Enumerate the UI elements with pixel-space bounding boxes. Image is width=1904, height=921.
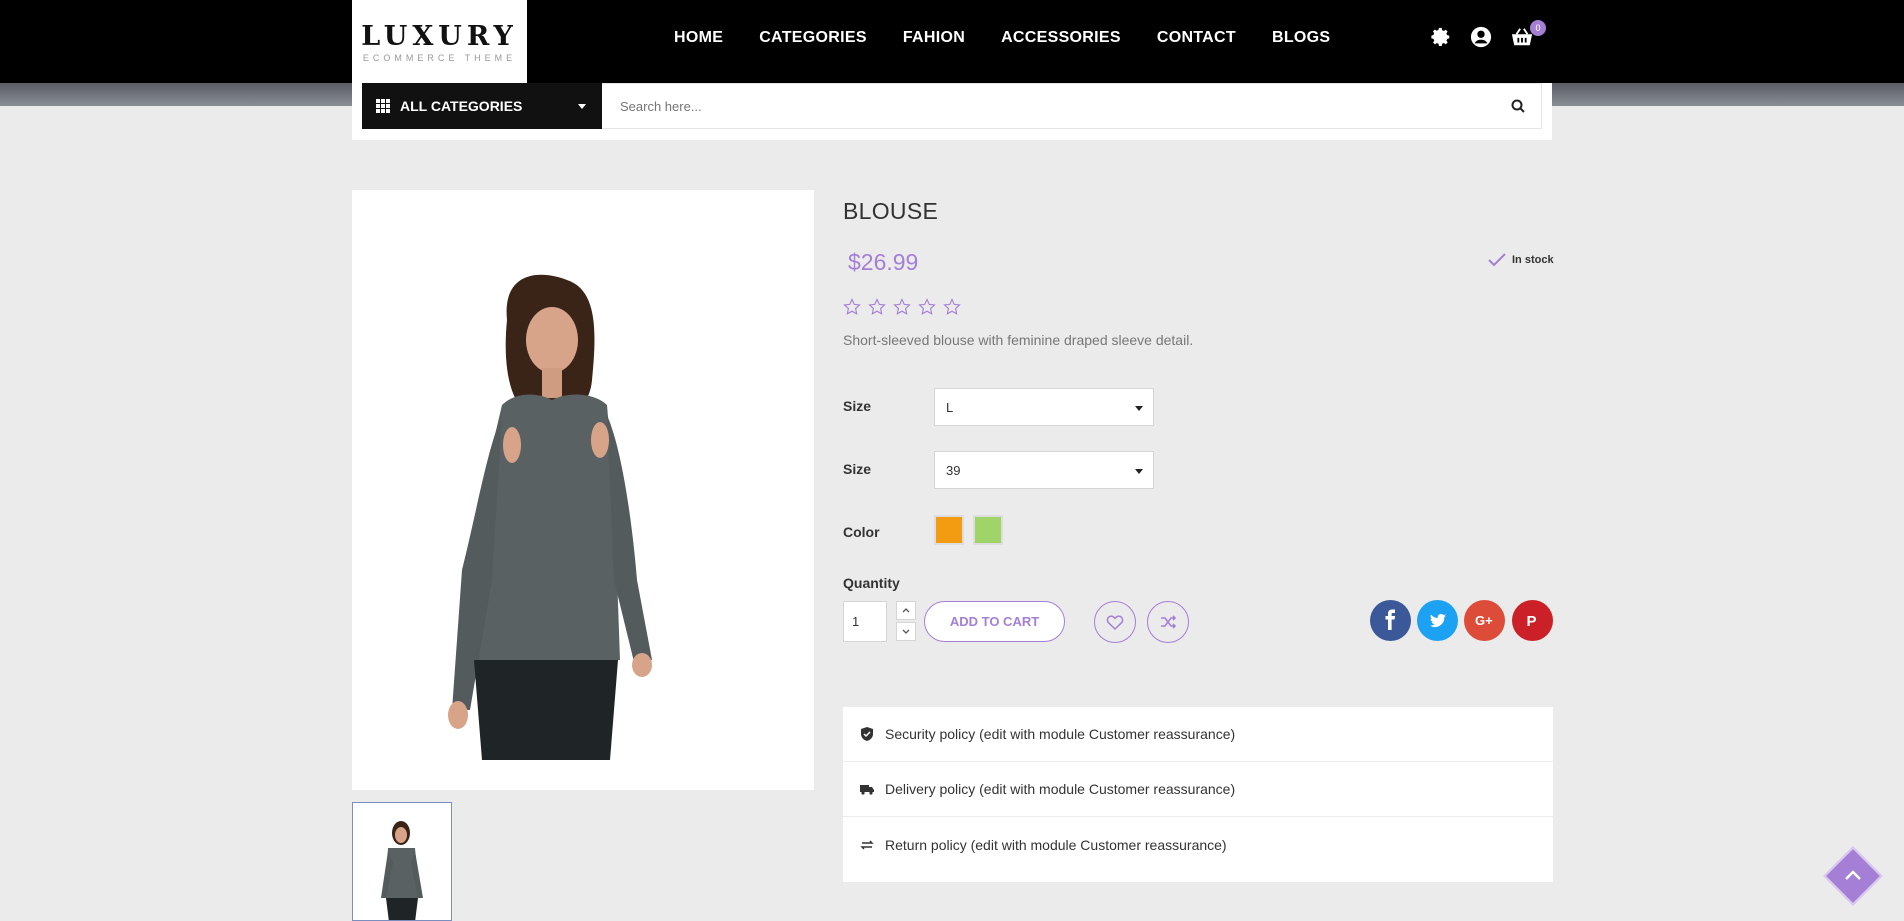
search-bar-container: ALL CATEGORIES [352, 83, 1552, 140]
quantity-label: Quantity [843, 575, 900, 591]
scroll-to-top-button[interactable] [1823, 846, 1883, 906]
nav-categories[interactable]: CATEGORIES [759, 29, 867, 47]
quantity-down-button[interactable] [896, 622, 916, 641]
delivery-policy-text: Delivery policy (edit with module Custom… [885, 781, 1236, 797]
user-icon[interactable] [1470, 26, 1492, 48]
color-swatch-orange[interactable] [934, 515, 964, 545]
return-policy-text: Return policy (edit with module Customer… [885, 836, 1227, 853]
product-price: $26.99 [848, 249, 919, 275]
site-logo[interactable]: LUXURY ECOMMERCE THEME [352, 0, 527, 83]
color-label: Color [843, 524, 880, 540]
product-thumbnail[interactable] [352, 802, 452, 921]
all-categories-dropdown[interactable]: ALL CATEGORIES [362, 83, 602, 129]
shield-icon [861, 727, 873, 741]
size-select-value: L [946, 400, 954, 415]
logo-subtitle: ECOMMERCE THEME [362, 53, 517, 63]
star-icon[interactable] [943, 298, 961, 316]
caret-down-icon [578, 104, 586, 109]
reassurance-block: Security policy (edit with module Custom… [843, 707, 1553, 882]
size-select[interactable]: L [934, 388, 1154, 426]
rating-stars [843, 298, 961, 316]
security-policy-text: Security policy (edit with module Custom… [885, 726, 1236, 742]
svg-text:P: P [1527, 613, 1537, 630]
nav-contact[interactable]: CONTACT [1157, 29, 1236, 47]
shuffle-icon [1161, 615, 1177, 629]
twitter-icon [1430, 613, 1446, 628]
nav-home[interactable]: HOME [674, 29, 723, 47]
all-categories-label: ALL CATEGORIES [400, 98, 523, 114]
star-icon[interactable] [843, 298, 861, 316]
delivery-policy-item: Delivery policy (edit with module Custom… [843, 762, 1553, 817]
caret-down-icon [1135, 469, 1143, 474]
product-description: Short-sleeved blouse with feminine drape… [843, 332, 1194, 348]
search-icon[interactable] [1511, 99, 1525, 118]
logo-title: LUXURY [361, 21, 518, 52]
size-label: Size [843, 398, 872, 414]
quantity-up-button[interactable] [896, 601, 916, 620]
pinterest-share-button[interactable]: P [1512, 600, 1553, 641]
add-to-cart-button[interactable]: ADD TO CART [924, 601, 1065, 642]
main-nav: HOME CATEGORIES FAHION ACCESSORIES CONTA… [656, 29, 1348, 47]
heart-icon [1106, 615, 1124, 631]
size-select-2[interactable]: 39 [934, 451, 1154, 489]
stock-label: In stock [1512, 254, 1554, 266]
check-icon [1488, 253, 1506, 267]
size-label-2: Size [843, 461, 872, 477]
size-select-2-value: 39 [946, 463, 961, 478]
search-box [602, 83, 1542, 129]
facebook-share-button[interactable] [1370, 600, 1411, 641]
svg-text:G+: G+ [1475, 613, 1493, 628]
nav-fashion[interactable]: FAHION [903, 29, 965, 47]
pinterest-icon: P [1527, 613, 1537, 630]
gear-icon[interactable] [1430, 26, 1452, 48]
cart-count-badge: 0 [1530, 20, 1546, 36]
nav-accessories[interactable]: ACCESSORIES [1001, 29, 1121, 47]
star-icon[interactable] [918, 298, 936, 316]
wishlist-button[interactable] [1094, 601, 1136, 643]
chevron-up-icon [1845, 870, 1861, 880]
nav-blogs[interactable]: BLOGS [1272, 29, 1330, 47]
product-main-image[interactable] [352, 190, 814, 790]
star-icon[interactable] [868, 298, 886, 316]
twitter-share-button[interactable] [1417, 600, 1458, 641]
product-title: BLOUSE [843, 198, 939, 224]
basket-icon[interactable] [1510, 26, 1533, 48]
color-swatch-green[interactable] [973, 515, 1003, 545]
google-plus-share-button[interactable]: G+ [1464, 600, 1505, 641]
caret-down-icon [1135, 406, 1143, 411]
chevron-up-icon [902, 608, 910, 613]
facebook-icon [1385, 609, 1396, 630]
chevron-down-icon [902, 629, 910, 634]
google-plus-icon: G+ [1475, 613, 1493, 628]
swap-icon [860, 840, 874, 849]
search-input[interactable] [602, 98, 1482, 114]
security-policy-item: Security policy (edit with module Custom… [843, 707, 1553, 762]
quantity-input[interactable]: 1 [843, 601, 887, 642]
truck-icon [860, 785, 874, 795]
stock-status: In stock [1488, 253, 1554, 267]
grid-icon [376, 99, 390, 113]
compare-button[interactable] [1147, 601, 1189, 643]
return-policy-item: Return policy (edit with module Customer… [843, 817, 1553, 872]
header-icons [1430, 26, 1533, 48]
star-icon[interactable] [893, 298, 911, 316]
